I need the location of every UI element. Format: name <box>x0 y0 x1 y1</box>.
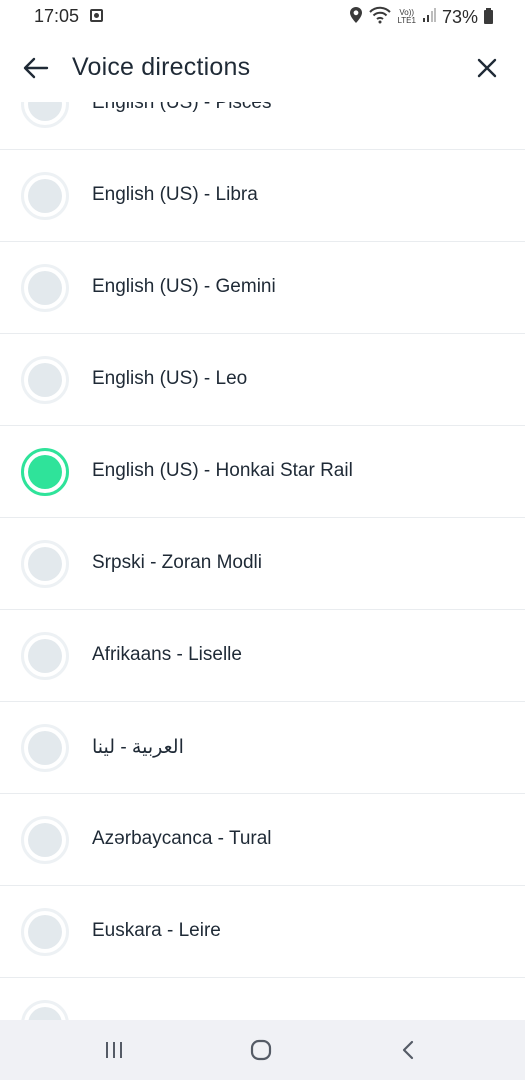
voice-option-label: English (US) - Honkai Star Rail <box>92 460 353 481</box>
radio-unselected[interactable] <box>21 724 69 772</box>
home-icon <box>250 1039 272 1061</box>
voice-option-label: English (US) - Libra <box>92 184 258 205</box>
home-button[interactable] <box>241 1034 281 1066</box>
battery-percent: 73% <box>441 6 478 27</box>
voice-option[interactable]: Euskara - Leire <box>0 886 525 978</box>
back-button[interactable] <box>18 50 54 86</box>
radio-unselected[interactable] <box>21 908 69 956</box>
status-time: 17:05 <box>34 6 80 26</box>
radio-unselected[interactable] <box>21 264 69 312</box>
volte-icon: Vo)) LTE1 <box>397 9 416 25</box>
arrow-left-icon <box>23 57 49 79</box>
header: Voice directions <box>0 34 525 102</box>
close-button[interactable] <box>469 50 505 86</box>
voice-option[interactable]: Srpski - Zoran Modli <box>0 518 525 610</box>
recents-button[interactable] <box>94 1034 134 1066</box>
voice-option-label: Azərbaycanca - Tural <box>92 828 272 849</box>
close-icon <box>477 58 497 78</box>
nav-back-button[interactable] <box>388 1034 428 1066</box>
voice-option-label: Srpski - Zoran Modli <box>92 552 262 573</box>
status-icons: Vo)) LTE1 73% <box>349 5 493 29</box>
voice-option[interactable]: English (US) - Honkai Star Rail <box>0 426 525 518</box>
voice-option-label: English (US) - Gemini <box>92 276 276 297</box>
voice-option[interactable]: English (US) - Leo <box>0 334 525 426</box>
nav-back-icon <box>402 1040 414 1060</box>
voice-option-label: العربية - لينا <box>92 737 184 758</box>
radio-selected[interactable] <box>21 448 69 496</box>
battery-icon <box>484 8 493 24</box>
voice-option-label: English (US) - Leo <box>92 368 248 389</box>
voice-list: English (US) - Pisces English (US) - Libr… <box>0 58 525 1070</box>
volte-bottom: LTE1 <box>397 16 416 25</box>
radio-unselected[interactable] <box>21 632 69 680</box>
voice-directions-screen: 17:05 Vo)) LTE1 73% English (US) - Pisce… <box>0 0 525 1080</box>
status-bar: 17:05 Vo)) LTE1 73% <box>0 0 525 34</box>
voice-option[interactable]: Afrikaans - Liselle <box>0 610 525 702</box>
radio-unselected[interactable] <box>21 172 69 220</box>
location-icon <box>349 6 363 29</box>
voice-option-label: Euskara - Leire <box>92 920 221 941</box>
navigation-bar <box>0 1020 525 1080</box>
voice-option[interactable]: English (US) - Libra <box>0 150 525 242</box>
voice-option[interactable]: العربية - لينا <box>0 702 525 794</box>
voice-option[interactable]: English (US) - Gemini <box>0 242 525 334</box>
voice-option-label: Afrikaans - Liselle <box>92 644 242 665</box>
radio-unselected[interactable] <box>21 816 69 864</box>
recents-icon <box>106 1042 122 1058</box>
radio-unselected[interactable] <box>21 540 69 588</box>
wifi-icon <box>369 6 392 29</box>
notification-icon <box>90 9 103 22</box>
voice-option[interactable]: Azərbaycanca - Tural <box>0 794 525 886</box>
radio-unselected[interactable] <box>21 356 69 404</box>
signal-icon <box>422 7 436 28</box>
page-title: Voice directions <box>72 53 251 81</box>
